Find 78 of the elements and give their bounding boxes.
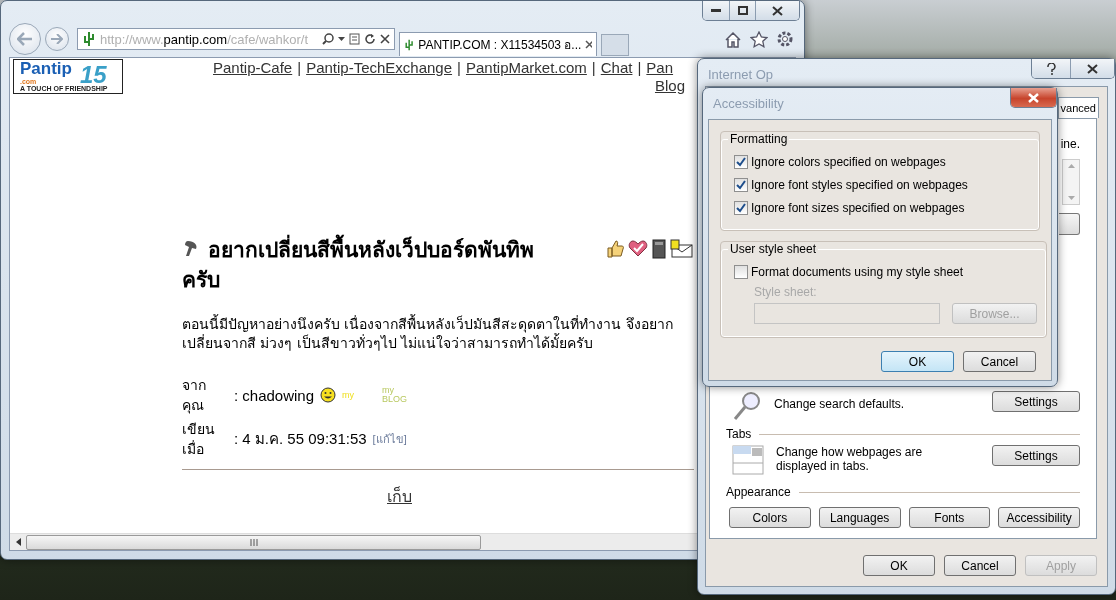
close-icon: [772, 5, 783, 16]
appearance-button[interactable]: Colors: [729, 507, 811, 528]
link-separator: |: [637, 59, 642, 77]
dialog-button[interactable]: Cancel: [944, 555, 1016, 576]
maximize-icon: [737, 6, 748, 15]
settings-button[interactable]: Settings: [992, 391, 1080, 412]
section-heading: Appearance: [726, 485, 791, 499]
scrollbar-thumb[interactable]: [26, 534, 481, 550]
link-separator: |: [591, 59, 596, 77]
link-separator: |: [457, 59, 461, 77]
meta-label: จาก คุณ: [182, 376, 207, 415]
back-arrow-icon: [17, 32, 33, 46]
section-heading: Tabs: [726, 427, 752, 441]
maximize-button[interactable]: [729, 1, 755, 20]
close-button[interactable]: [755, 1, 799, 20]
meta-value: : 4 ม.ค. 55 09:31:53: [234, 429, 367, 449]
tabs-icon: [732, 445, 764, 475]
help-button[interactable]: [1032, 59, 1070, 78]
dialog-button[interactable]: OK: [863, 555, 935, 576]
dialog-title: Internet Op: [708, 67, 775, 82]
appearance-button[interactable]: Languages: [818, 507, 901, 528]
battery-icon[interactable]: [652, 239, 666, 259]
appearance-button[interactable]: Fonts: [908, 507, 991, 528]
close-icon: [1028, 92, 1039, 103]
help-icon: [1046, 62, 1056, 75]
dialog-tab[interactable]: vanced: [1057, 97, 1099, 118]
description-text: Change search defaults.: [774, 397, 906, 411]
refresh-icon[interactable]: [364, 33, 376, 45]
checkbox-option[interactable]: Ignore font sizes specified on webpages: [734, 196, 1030, 219]
thumbs-up-icon[interactable]: [606, 239, 624, 259]
description-text: ine.: [1060, 137, 1080, 151]
nav-link[interactable]: Blog: [654, 77, 685, 95]
heart-check-icon[interactable]: [628, 239, 648, 257]
link-separator: |: [297, 59, 302, 77]
field-label: Style sheet:: [754, 285, 818, 299]
close-icon: [1087, 63, 1098, 74]
forward-arrow-icon: [51, 34, 63, 44]
dialog-button[interactable]: [1059, 213, 1080, 235]
dialog-button[interactable]: OK: [881, 351, 954, 372]
meta-value: : chadowing: [234, 386, 315, 404]
nav-link[interactable]: Pantip-Cafe: [213, 59, 293, 77]
save-link[interactable]: เก็บ: [387, 484, 412, 509]
description-text: Change how webpages are displayed in tabs.: [776, 445, 924, 473]
checkbox-option[interactable]: Ignore font styles specified on webpages: [734, 173, 1030, 196]
smiley-icon: [320, 387, 337, 403]
checkbox-option[interactable]: Ignore colors specified on webpages: [734, 150, 1030, 173]
star-icon[interactable]: [748, 30, 770, 48]
nav-link[interactable]: PantipMarket.com: [465, 59, 587, 77]
close-icon[interactable]: [585, 40, 592, 49]
search-icon[interactable]: [322, 33, 334, 45]
compatibility-icon[interactable]: [349, 33, 360, 45]
checkmark-icon: [736, 156, 746, 167]
dialog-title: Accessibility: [713, 96, 785, 111]
stop-icon[interactable]: [380, 34, 390, 44]
nav-link[interactable]: Pan: [646, 59, 674, 77]
meta-label: เขียน เมื่อ: [182, 420, 216, 459]
nav-link[interactable]: Chat: [600, 59, 633, 77]
edit-link[interactable]: [แก้ไข]: [372, 430, 407, 448]
dropdown-caret-icon[interactable]: [338, 37, 345, 41]
appearance-button[interactable]: Accessibility: [998, 507, 1080, 528]
minimize-icon: [711, 8, 721, 13]
checkmark-icon: [736, 202, 746, 213]
group-heading: User style sheet: [729, 242, 818, 256]
address-bar[interactable]: http://www.pantip.com/cafe/wahkor/t: [77, 28, 395, 50]
dialog-button[interactable]: Cancel: [963, 351, 1036, 372]
browser-tab[interactable]: PANTIP.COM : X11534503 อ...: [399, 32, 597, 56]
close-button[interactable]: [1011, 88, 1056, 107]
group-heading: Formatting: [729, 132, 789, 146]
minimize-button[interactable]: [703, 1, 729, 20]
close-button[interactable]: [1070, 59, 1114, 78]
post-body: ตอนนี้มีปัญหาอย่างนึงครับ เนื่องจากสีพื้นหลังเว็ปมันสีสะดุดตาในที่ทำงาน จึงอยากเปลี่ยนจากสี ม่วงๆ เป็นสีขาวทั่วๆไป ไม่แน่ใจว่าสามารถทำได้มั้ยครับ: [182, 315, 674, 353]
mail-icon[interactable]: [670, 239, 694, 259]
checkmark-icon: [736, 179, 746, 190]
post-title: อยากเปลี่ยนสีพื้นหลังเว็ปบอร์ดพันทิพ ครับ: [182, 235, 572, 295]
cactus-icon: [82, 31, 96, 47]
settings-button[interactable]: Settings: [992, 445, 1080, 466]
magnifier-icon: [732, 391, 762, 421]
nav-link[interactable]: Pantip-TechExchange: [306, 59, 453, 77]
